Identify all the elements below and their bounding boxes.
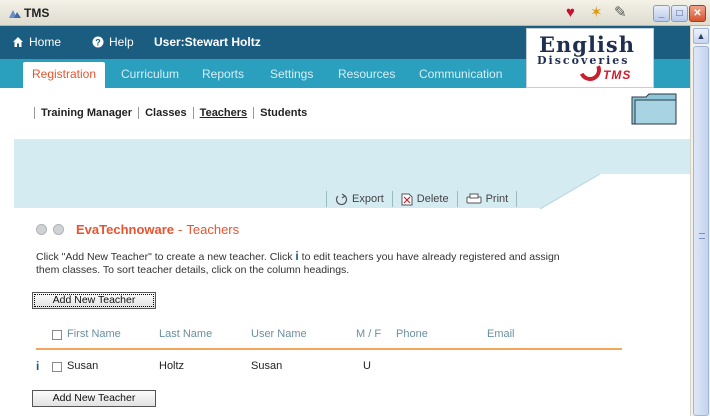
column-first-name[interactable]: First Name [67,328,121,340]
heart-icon[interactable]: ♥ [566,4,575,22]
teachers-table-header: First Name Last Name User Name M / F Pho… [36,328,622,350]
minimize-button[interactable]: _ [653,5,670,22]
tab-settings[interactable]: Settings [270,67,313,81]
column-email[interactable]: Email [487,328,515,340]
cell-last-name: Holtz [159,360,185,372]
back-nav-icon[interactable] [36,224,47,235]
tab-communication[interactable]: Communication [419,67,502,81]
stamp-icon[interactable]: ✶ [590,4,603,22]
column-last-name[interactable]: Last Name [159,328,212,340]
action-toolbar: Export Delete Print [326,190,518,208]
folder-icon [631,93,677,125]
print-icon [466,193,482,204]
delete-label: Delete [416,193,449,205]
cell-first-name: Susan [67,360,99,372]
cell-user-name: Susan [251,360,283,372]
cell-gender: U [363,360,371,372]
close-button[interactable]: ✕ [689,5,706,22]
subnav-separator [192,107,194,119]
print-button[interactable]: Print [458,193,517,205]
delete-icon [401,193,413,205]
column-phone[interactable]: Phone [396,328,428,340]
subnav-separator [34,107,35,119]
export-label: Export [352,193,384,205]
export-button[interactable]: Export [327,193,392,206]
subnav-separator [253,107,255,119]
band-corner [540,174,690,209]
tab-registration[interactable]: Registration [23,62,106,88]
subnav-students[interactable]: Students [260,107,307,119]
add-new-teacher-button[interactable]: Add New Teacher [32,292,156,309]
print-label: Print [485,193,509,205]
window-title: TMS [24,6,50,20]
vertical-scrollbar[interactable]: ▲ [690,26,710,416]
section-name: Teachers [186,222,240,237]
subnav-teachers[interactable]: Teachers [200,107,248,119]
delete-button[interactable]: Delete [393,193,457,206]
tab-reports[interactable]: Reports [202,67,244,81]
english-discoveries-logo: English Discoveries TMS [526,28,654,88]
instructions-text: Click "Add New Teacher" to create a new … [36,250,576,277]
column-gender[interactable]: M / F [356,328,381,340]
column-user-name[interactable]: User Name [251,328,307,340]
help-label: Help [109,35,134,49]
forward-nav-icon[interactable] [53,224,64,235]
sub-nav: Training Manager Classes Teachers Studen… [34,107,307,119]
scroll-thumb[interactable] [693,46,709,416]
help-icon: ? [92,36,104,48]
row-checkbox[interactable] [52,362,62,372]
home-label: Home [29,35,62,49]
subnav-training-manager[interactable]: Training Manager [41,107,132,119]
organization-name: EvaTechnoware [76,222,175,237]
instructions-part1: Click "Add New Teacher" to create a new … [36,251,293,263]
app-icon [9,10,21,18]
subnav-separator [138,107,140,119]
scroll-grip-icon [699,233,705,239]
table-row: i Susan Holtz Susan U [36,359,622,378]
help-link[interactable]: ? Help [92,35,134,49]
tab-curriculum[interactable]: Curriculum [121,67,179,81]
page-title: EvaTechnoware - Teachers [36,222,239,237]
tab-resources[interactable]: Resources [338,67,395,81]
edit-info-icon[interactable]: i [36,359,39,373]
title-separator: - [178,222,183,237]
note-icon[interactable]: ✎ [614,4,627,22]
subnav-classes[interactable]: Classes [145,107,187,119]
scroll-up-icon[interactable]: ▲ [693,28,709,44]
logo-line3: TMS [603,68,632,82]
select-all-checkbox[interactable] [52,330,62,340]
maximize-button[interactable]: □ [671,5,688,22]
home-link[interactable]: Home [12,35,61,49]
export-icon [335,193,348,205]
user-label: User:Stewart Holtz [154,35,261,49]
svg-text:?: ? [95,38,101,48]
info-icon: i [295,249,299,263]
add-new-teacher-button-bottom[interactable]: Add New Teacher [32,390,156,407]
home-icon [13,37,23,47]
window-titlebar: TMS ♥ ✶ ✎ _ □ ✕ [0,0,710,26]
toolbar-separator [516,191,518,207]
